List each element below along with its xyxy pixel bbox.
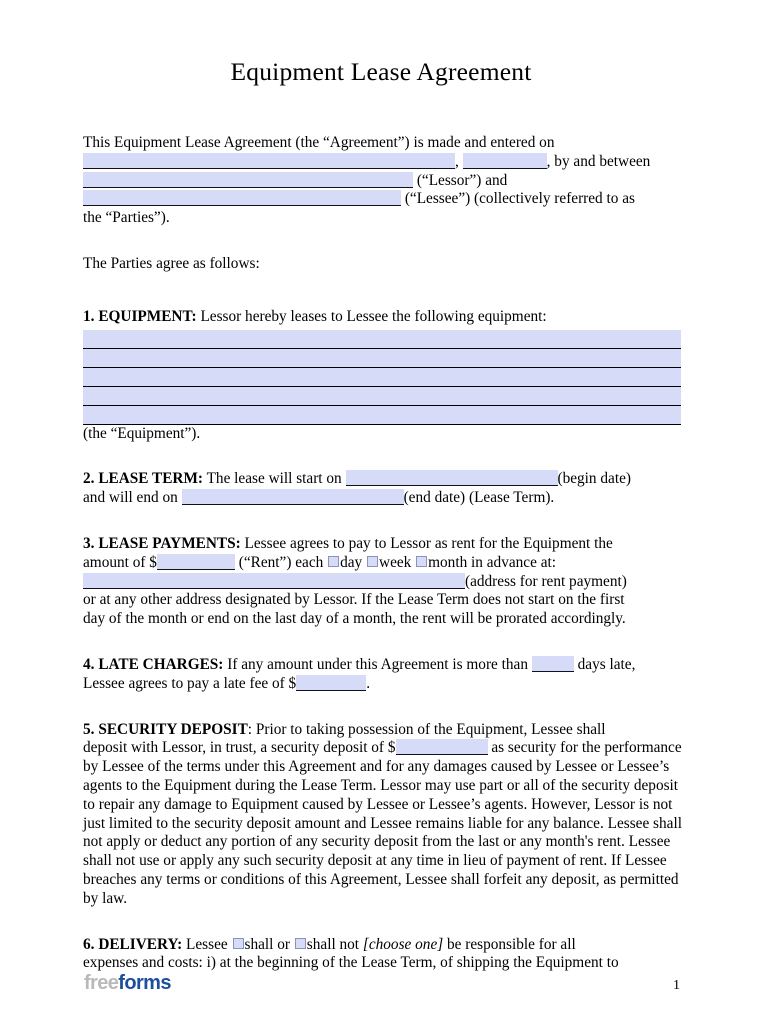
option-day-label: day: [340, 553, 363, 571]
lessor-label: (“Lessor”) and: [416, 171, 508, 189]
late-charges-period: .: [366, 674, 371, 692]
lease-payments-text2: amount of $: [83, 553, 157, 571]
days-late-label: days late,: [577, 655, 636, 673]
rent-label: (“Rent”) each: [238, 553, 324, 571]
section-delivery-title: DELIVERY:: [98, 935, 183, 953]
lessor-name-field[interactable]: [83, 171, 413, 188]
agreement-date-field[interactable]: [83, 152, 455, 169]
lease-end-date-field[interactable]: [181, 489, 404, 506]
lease-payments-text1: Lessee agrees to pay to Lessor as rent f…: [244, 534, 613, 552]
lease-payments-text3: in advance at:: [471, 553, 556, 571]
delivery-text2: be responsible for all: [447, 935, 576, 953]
equipment-description-field[interactable]: [83, 329, 681, 425]
checkbox-month[interactable]: [416, 555, 428, 567]
choose-one-note: [choose one]: [362, 935, 444, 953]
lease-term-text-start: The lease will start on: [206, 470, 342, 488]
section-delivery: 6. DELIVERY: Lessee shall or shall not […: [83, 936, 683, 974]
logo-text-forms: forms: [118, 972, 171, 994]
section-late-charges-number: 4.: [83, 655, 95, 673]
section-equipment-number: 1.: [83, 307, 95, 325]
lease-term-text-end: and will end on: [83, 489, 178, 507]
document-page: Equipment Lease Agreement This Equipment…: [0, 0, 762, 1010]
equipment-blank-line[interactable]: [83, 348, 681, 368]
section-late-charges-title: LATE CHARGES:: [98, 655, 224, 673]
option-week-label: week: [379, 553, 412, 571]
equipment-blank-line[interactable]: [83, 386, 681, 406]
section-lease-term: 2. LEASE TERM: The lease will start on (…: [83, 470, 683, 508]
option-month-label: month: [428, 553, 468, 571]
section-late-charges: 4. LATE CHARGES: If any amount under thi…: [83, 655, 683, 694]
late-days-field[interactable]: [531, 655, 574, 672]
section-equipment-heading: 1. EQUIPMENT: Lessor hereby leases to Le…: [83, 308, 683, 327]
agreement-year-field[interactable]: [462, 152, 547, 169]
security-deposit-amount-field[interactable]: [395, 739, 488, 756]
parties-tail: the “Parties”).: [83, 209, 170, 227]
intro-comma: ,: [455, 152, 459, 170]
equipment-blank-line[interactable]: [83, 405, 681, 425]
begin-date-label: (begin date): [557, 470, 631, 488]
equipment-closing-text: (the “Equipment”).: [83, 424, 201, 442]
section-lease-term-number: 2.: [83, 470, 95, 488]
security-deposit-text2: deposit with Lessor, in trust, a securit…: [83, 739, 396, 757]
equipment-blank-line[interactable]: [83, 367, 681, 387]
page-number: 1: [673, 978, 680, 993]
option-shall-label: shall or: [244, 935, 290, 953]
logo-text-free: free: [84, 972, 119, 994]
lessee-name-field[interactable]: [83, 190, 401, 207]
rent-payment-address-field[interactable]: [83, 572, 465, 589]
lessee-label: (“Lessee”) (collectively referred to as: [404, 190, 635, 208]
rent-amount-field[interactable]: [156, 553, 235, 570]
section-delivery-number: 6.: [83, 935, 95, 953]
intro-after-year: , by and between: [546, 152, 651, 170]
document-body: This Equipment Lease Agreement (the “Agr…: [83, 134, 683, 973]
section-equipment-title: EQUIPMENT:: [98, 307, 197, 325]
section-lease-payments-number: 3.: [83, 534, 95, 552]
end-date-label: (end date) (Lease Term).: [403, 489, 555, 507]
section-security-deposit-title: SECURITY DEPOSIT: [98, 720, 248, 738]
intro-paragraph: This Equipment Lease Agreement (the “Agr…: [83, 134, 683, 228]
parties-agree-line: The Parties agree as follows:: [83, 254, 260, 272]
section-security-deposit: 5. SECURITY DEPOSIT: Prior to taking pos…: [83, 721, 683, 909]
intro-line1: This Equipment Lease Agreement (the “Agr…: [83, 134, 555, 151]
option-shall-not-label: shall not: [306, 935, 360, 953]
late-fee-amount-field[interactable]: [296, 674, 367, 691]
freeforms-logo: freeforms: [84, 972, 171, 995]
section-lease-payments: 3. LEASE PAYMENTS: Lessee agrees to pay …: [83, 535, 683, 629]
checkbox-shall[interactable]: [232, 937, 244, 949]
equipment-blank-line[interactable]: [83, 329, 681, 349]
security-deposit-text3: as security for the: [491, 739, 601, 757]
security-deposit-colon: :: [247, 720, 253, 738]
late-charges-text2: Lessee agrees to pay a late fee of $: [83, 674, 297, 692]
checkbox-shall-not[interactable]: [294, 937, 306, 949]
section-equipment-text: Lessor hereby leases to Lessee the follo…: [200, 307, 547, 325]
lease-payments-text5: day of the month or end on the last day …: [83, 610, 626, 628]
section-security-deposit-number: 5.: [83, 720, 95, 738]
lease-begin-date-field[interactable]: [345, 470, 558, 487]
checkbox-week[interactable]: [367, 555, 379, 567]
address-label: (address for rent payment): [465, 572, 627, 590]
security-deposit-body: performance by Lessee of the terms under…: [83, 739, 682, 907]
section-lease-term-title: LEASE TERM:: [98, 470, 204, 488]
section-lease-payments-title: LEASE PAYMENTS:: [98, 534, 241, 552]
security-deposit-text1: Prior to taking possession of the Equipm…: [255, 720, 606, 738]
page-title: Equipment Lease Agreement: [230, 57, 532, 86]
lease-payments-text4: or at any other address designated by Le…: [83, 591, 625, 609]
late-charges-text1: If any amount under this Agreement is mo…: [227, 655, 528, 673]
delivery-text3: expenses and costs: i) at the beginning …: [83, 954, 619, 972]
delivery-text1: Lessee: [186, 935, 228, 953]
checkbox-day[interactable]: [328, 555, 340, 567]
